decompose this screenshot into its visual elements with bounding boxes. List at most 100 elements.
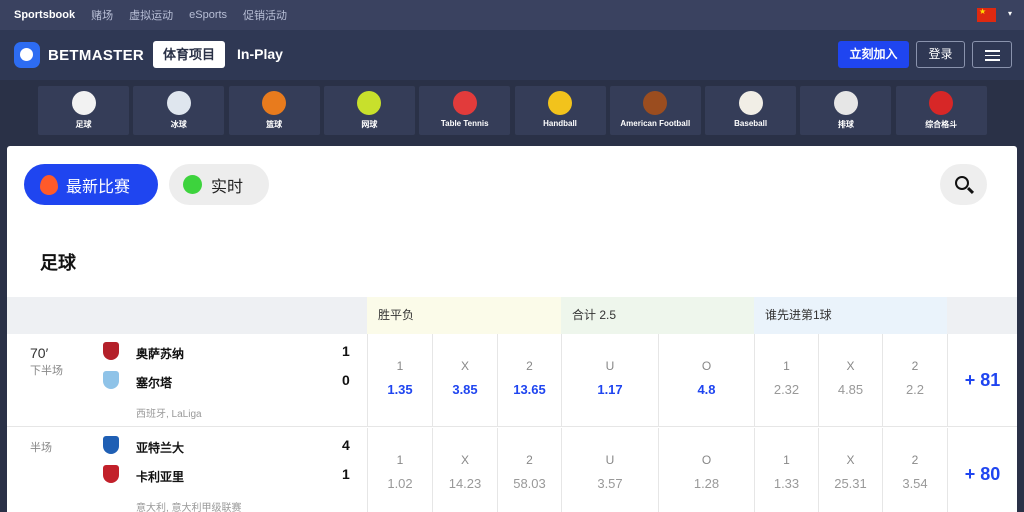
odds-outcome-label: 2 — [526, 453, 533, 467]
topnav-esports[interactable]: eSports — [189, 9, 227, 21]
sport-tile[interactable]: Table Tennis — [419, 86, 511, 135]
odds-cell[interactable]: X 3.85 — [432, 334, 497, 427]
odds-value: 1.28 — [693, 476, 720, 491]
odds-cell[interactable]: X 4.85 — [818, 334, 882, 427]
odds-cell[interactable]: 2 3.54 — [882, 428, 947, 512]
sport-tile[interactable]: 网球 — [323, 86, 415, 135]
sport-tile-label: 篮球 — [266, 120, 283, 129]
sport-ball-icon — [71, 91, 96, 115]
sport-ball-icon — [166, 91, 191, 115]
home-team-crest-icon — [103, 342, 119, 360]
live-dot-icon — [183, 175, 202, 194]
sport-tile[interactable]: 冰球 — [133, 86, 225, 135]
more-markets-button[interactable]: + 80 — [947, 428, 1017, 512]
odds-cell[interactable]: U 1.17 — [561, 334, 658, 427]
sport-tile[interactable]: 排球 — [800, 86, 892, 135]
sport-ball-icon — [262, 91, 287, 115]
away-team-name[interactable]: 塞尔塔 — [136, 374, 172, 391]
sport-tile-label: 足球 — [75, 120, 92, 129]
odds-outcome-label: X — [460, 453, 469, 467]
odds-cell[interactable]: 1 1.35 — [367, 334, 432, 427]
away-team-crest-icon — [103, 465, 119, 483]
sport-tile[interactable]: Handball — [514, 86, 606, 135]
odds-cell[interactable]: 1 1.02 — [367, 428, 432, 512]
sport-tile[interactable]: 足球 — [38, 86, 129, 135]
away-score: 1 — [342, 466, 350, 482]
latest-matches-label: 最新比赛 — [66, 178, 131, 196]
league-name: 意大利, 意大利甲级联赛 — [136, 503, 242, 512]
league-name: 西班牙, LaLiga — [136, 409, 202, 420]
topnav-casino[interactable]: 赌场 — [91, 7, 113, 23]
login-button[interactable]: 登录 — [916, 41, 965, 68]
market-header-row: 胜平负 合计 2.5 谁先进第1球 — [7, 297, 1017, 334]
nav-sports-button[interactable]: 体育项目 — [153, 41, 225, 68]
events-panel: 最新比赛 实时 足球 胜平负 合计 2.5 谁先进第1球 70′ 下半场 奥萨苏纳塞… — [7, 146, 1017, 512]
live-label: 实时 — [211, 178, 244, 196]
sport-ball-icon — [643, 91, 668, 115]
sport-ball-icon — [452, 91, 477, 115]
odds-value: 2.32 — [773, 382, 800, 397]
hamburger-menu-button[interactable] — [972, 41, 1012, 68]
away-score: 0 — [342, 372, 350, 388]
odds-value: 1.35 — [387, 382, 413, 397]
sport-tile[interactable]: 综合格斗 — [895, 86, 987, 135]
odds-cell[interactable]: X 14.23 — [432, 428, 497, 512]
odds-outcome-label: 2 — [526, 359, 533, 373]
search-button[interactable] — [940, 164, 987, 205]
sport-tile[interactable]: Baseball — [705, 86, 797, 135]
sport-tile-label: Handball — [543, 119, 577, 128]
topnav-virtual-sports[interactable]: 虚拟运动 — [129, 7, 173, 23]
odds-value: 2.2 — [905, 382, 925, 397]
odds-cell[interactable]: U 3.57 — [561, 428, 658, 512]
menu-line-icon — [985, 59, 1000, 61]
sport-ball-icon — [738, 91, 763, 115]
join-now-button[interactable]: 立刻加入 — [838, 41, 909, 68]
odds-outcome-label: U — [605, 359, 615, 373]
odds-outcome-label: 1 — [783, 359, 790, 373]
chevron-down-icon[interactable]: ▾ — [1008, 9, 1012, 18]
sport-tile[interactable]: 篮球 — [228, 86, 320, 135]
top-navigation-bar: Sportsbook 赌场 虚拟运动 eSports 促销活动 ▾ — [0, 0, 1024, 30]
nav-inplay-link[interactable]: In-Play — [237, 41, 283, 68]
odds-outcome-label: U — [605, 453, 615, 467]
away-team-name[interactable]: 卡利亚里 — [136, 468, 184, 485]
sport-tile-label: 综合格斗 — [925, 120, 958, 129]
sports-category-bar: 足球 冰球 篮球 网球 Table Tennis Handball American Foo… — [0, 80, 1024, 142]
odds-cell[interactable]: X 25.31 — [818, 428, 882, 512]
home-team-name[interactable]: 奥萨苏纳 — [136, 345, 184, 362]
odds-value: 13.65 — [513, 382, 546, 397]
odds-cell[interactable]: O 1.28 — [658, 428, 754, 512]
betmaster-logo[interactable]: BETMASTER — [14, 42, 144, 68]
fire-icon — [40, 174, 58, 195]
odds-outcome-label: O — [701, 359, 712, 373]
market-header-1x2: 胜平负 — [367, 297, 561, 334]
home-team-name[interactable]: 亚特兰大 — [136, 439, 184, 456]
odds-value: 1.02 — [387, 476, 413, 491]
odds-value: 4.8 — [697, 382, 716, 397]
odds-outcome-label: 2 — [911, 359, 919, 373]
odds-cell[interactable]: 1 2.32 — [754, 334, 818, 427]
match-row[interactable]: 半场 亚特兰大 卡利亚里 4 1 意大利, 意大利甲级联赛 1 1.02 X 14.23 2 58.0… — [7, 428, 1017, 512]
odds-cell[interactable]: 1 1.33 — [754, 428, 818, 512]
match-row[interactable]: 70′ 下半场 奥萨苏纳 塞尔塔 1 0 西班牙, LaLiga 1 1.35 X 3.85 2 13.… — [7, 334, 1017, 427]
odds-cell[interactable]: 2 58.03 — [497, 428, 561, 512]
live-button[interactable]: 实时 — [169, 164, 269, 205]
sport-ball-icon — [833, 91, 858, 115]
match-period: 半场 — [30, 442, 52, 454]
sport-tile-label: Table Tennis — [440, 119, 489, 128]
odds-cell[interactable]: 2 13.65 — [497, 334, 561, 427]
odds-cell[interactable]: O 4.8 — [658, 334, 754, 427]
home-score: 4 — [342, 437, 350, 453]
more-markets-button[interactable]: + 81 — [947, 334, 1017, 427]
topnav-sportsbook[interactable]: Sportsbook — [14, 9, 75, 21]
latest-matches-button[interactable]: 最新比赛 — [24, 164, 158, 205]
sport-tile-label: American Football — [620, 119, 691, 128]
logo-text: BETMASTER — [48, 46, 145, 64]
away-team-crest-icon — [103, 371, 119, 389]
topnav-promotions[interactable]: 促销活动 — [243, 7, 287, 23]
china-flag-icon[interactable] — [977, 7, 996, 22]
market-header-first-goal: 谁先进第1球 — [754, 297, 947, 334]
odds-outcome-label: 1 — [396, 453, 404, 467]
sport-tile[interactable]: American Football — [609, 86, 701, 135]
odds-cell[interactable]: 2 2.2 — [882, 334, 947, 427]
